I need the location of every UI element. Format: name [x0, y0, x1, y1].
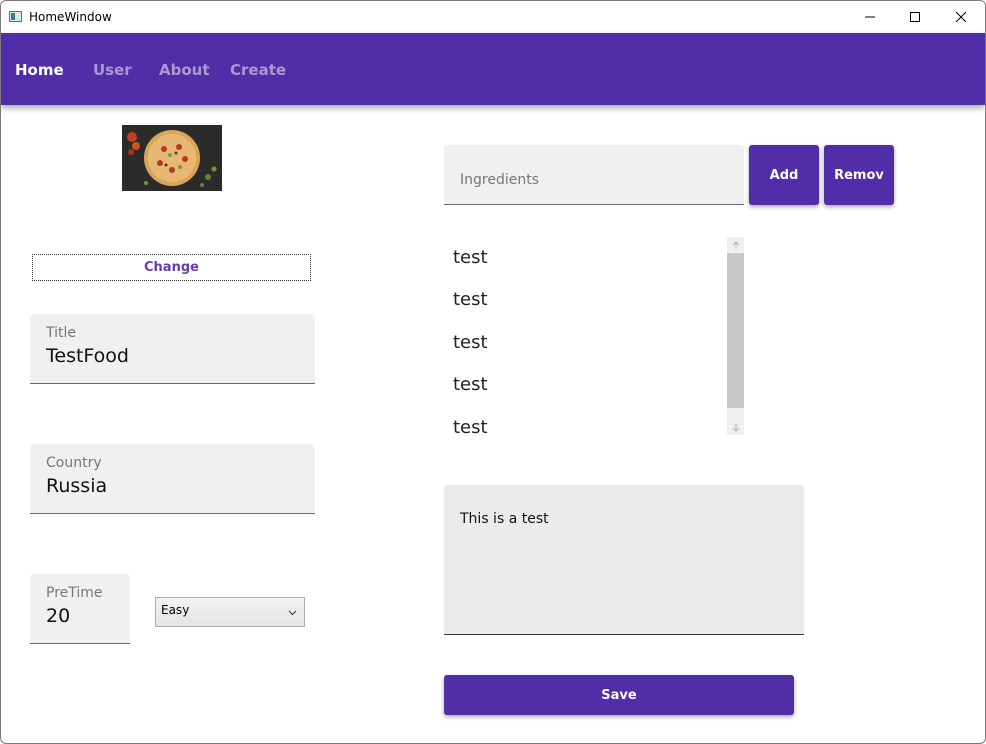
window-title: HomeWindow	[29, 10, 112, 24]
country-value: Russia	[46, 475, 108, 497]
app-icon	[9, 11, 22, 22]
title-bar: HomeWindow	[1, 1, 985, 33]
difficulty-value: Easy	[161, 603, 190, 617]
home-window: HomeWindow Home User About Create Change…	[0, 0, 986, 744]
maximize-icon	[910, 12, 920, 22]
list-item[interactable]: test	[453, 417, 488, 437]
pretime-field[interactable]: PreTime 20	[30, 574, 130, 644]
add-ingredient-button[interactable]: Add	[749, 145, 819, 205]
minimize-button[interactable]	[847, 1, 893, 33]
arrow-up-icon	[732, 240, 739, 249]
description-text: This is a test	[460, 511, 549, 527]
ingredients-input[interactable]	[444, 145, 744, 204]
save-button[interactable]: Save	[444, 675, 794, 715]
pretime-label: PreTime	[46, 585, 103, 601]
pretime-value: 20	[46, 605, 71, 627]
change-image-button[interactable]: Change	[32, 254, 311, 281]
country-field[interactable]: Country Russia	[30, 444, 315, 514]
list-item[interactable]: test	[453, 332, 488, 353]
scroll-down-button[interactable]	[727, 419, 744, 435]
minimize-icon	[865, 16, 875, 18]
ingredients-scrollbar[interactable]	[727, 237, 744, 435]
maximize-button[interactable]	[892, 1, 938, 33]
arrow-down-icon	[732, 423, 739, 432]
nav-home[interactable]: Home	[15, 61, 64, 79]
country-label: Country	[46, 455, 102, 471]
remove-ingredient-button[interactable]: Remov	[824, 145, 894, 205]
list-item[interactable]: test	[453, 289, 488, 310]
difficulty-select[interactable]: Easy	[155, 597, 305, 627]
description-textarea[interactable]: This is a test	[444, 485, 804, 635]
nav-user[interactable]: User	[93, 61, 132, 79]
title-field[interactable]: Title TestFood	[30, 314, 315, 384]
list-item[interactable]: test	[453, 247, 488, 268]
title-label: Title	[46, 325, 77, 341]
recipe-image	[122, 125, 222, 191]
ingredients-field[interactable]	[444, 145, 744, 205]
nav-bar: Home User About Create	[1, 33, 985, 105]
scroll-thumb[interactable]	[727, 253, 744, 408]
list-item[interactable]: test	[453, 374, 488, 395]
close-icon	[955, 11, 967, 23]
chevron-down-icon	[288, 610, 297, 616]
ingredients-list[interactable]: test test test test test	[444, 237, 744, 437]
nav-create[interactable]: Create	[230, 61, 286, 79]
scroll-up-button[interactable]	[727, 237, 744, 253]
title-value: TestFood	[46, 345, 129, 367]
close-button[interactable]	[938, 1, 984, 33]
nav-about[interactable]: About	[159, 61, 210, 79]
